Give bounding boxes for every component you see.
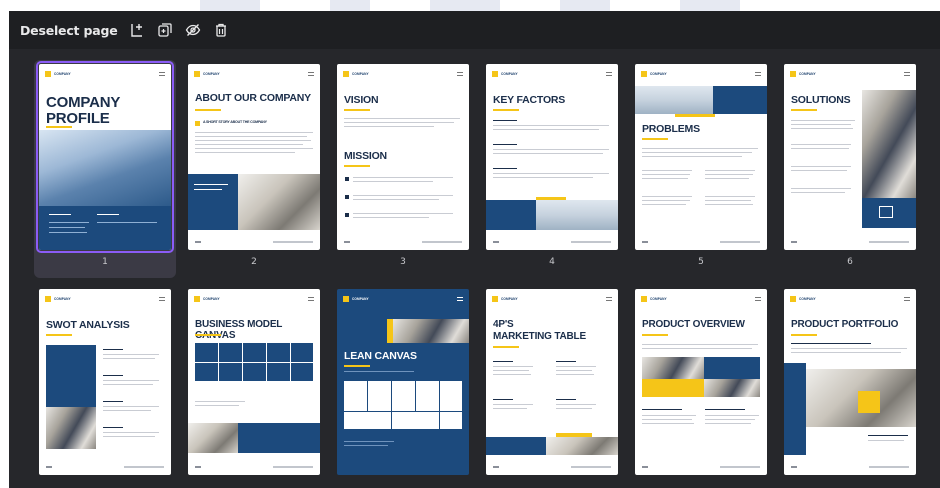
page-manager: Deselect page COMPANY COMPANY PROFILE 1 … — [9, 11, 940, 488]
duplicate-icon[interactable] — [157, 22, 173, 38]
page-number: 3 — [400, 257, 406, 267]
page-title: SWOT ANALYSIS — [46, 319, 130, 331]
page-slot-10[interactable]: COMPANY 4P'S MARKETING TABLE — [481, 285, 623, 488]
page-number: 6 — [847, 257, 853, 267]
page-thumbnail[interactable]: COMPANY COMPANY PROFILE — [36, 61, 174, 253]
add-page-icon[interactable] — [129, 22, 145, 38]
page-slot-8[interactable]: COMPANY BUSINESS MODEL CANVAS — [183, 285, 325, 488]
page-header: COMPANY — [45, 296, 165, 304]
page-thumbnail[interactable]: COMPANY PRODUCT OVERVIEW — [635, 289, 767, 475]
hide-icon[interactable] — [185, 22, 201, 38]
page-panel — [188, 174, 238, 230]
page-title: SOLUTIONS — [791, 94, 851, 106]
page-thumbnail[interactable]: COMPANY SOLUTIONS — [784, 64, 916, 250]
page-number: 2 — [251, 257, 257, 267]
page-thumbnail[interactable]: COMPANY ABOUT OUR COMPANY A SHORT STORY … — [188, 64, 320, 250]
page-header: COMPANY — [790, 296, 910, 304]
page-image-secondary — [704, 379, 760, 397]
toolbar: Deselect page — [9, 11, 940, 49]
page-header: COMPANY — [492, 296, 612, 304]
page-header: COMPANY — [641, 296, 761, 304]
page-title: BUSINESS MODEL CANVAS — [195, 319, 283, 340]
page-panel-accent — [858, 391, 880, 413]
page-panel — [704, 357, 760, 379]
page-thumbnail[interactable]: COMPANY BUSINESS MODEL CANVAS — [188, 289, 320, 475]
page-panel-accent — [642, 379, 704, 397]
page-title: LEAN CANVAS — [344, 350, 417, 362]
page-thumbnail[interactable]: COMPANY 4P'S MARKETING TABLE — [486, 289, 618, 475]
page-title: PRODUCT PORTFOLIO — [791, 319, 899, 330]
deselect-page-button[interactable]: Deselect page — [20, 23, 118, 38]
page-title: VISION — [344, 94, 379, 106]
page-thumbnail[interactable]: COMPANY SWOT ANALYSIS — [39, 289, 171, 475]
page-thumbnail[interactable]: COMPANY VISION MISSION — [337, 64, 469, 250]
top-strip — [0, 0, 940, 11]
page-image — [546, 437, 618, 455]
page-header: COMPANY — [45, 71, 165, 79]
page-image — [642, 357, 704, 379]
page-header: COMPANY — [790, 71, 910, 79]
page-thumbnail[interactable]: COMPANY PRODUCT PORTFOLIO — [784, 289, 916, 475]
page-image — [39, 130, 171, 206]
page-title: PROBLEMS — [642, 123, 700, 135]
page-slot-6[interactable]: COMPANY SOLUTIONS 6 — [779, 60, 921, 278]
page-title-secondary: MISSION — [344, 150, 387, 162]
page-image — [635, 86, 713, 114]
page-title: 4P'S — [493, 319, 514, 330]
page-image — [238, 174, 320, 230]
page-slot-7[interactable]: COMPANY SWOT ANALYSIS — [34, 285, 176, 488]
page-header: COMPANY — [343, 71, 463, 79]
page-subtitle: A SHORT STORY ABOUT THE COMPANY — [203, 120, 267, 124]
page-number: 4 — [549, 257, 555, 267]
page-slot-1[interactable]: COMPANY COMPANY PROFILE 1 — [34, 60, 176, 278]
page-grid: COMPANY COMPANY PROFILE 1 COMPANY ABOUT … — [9, 49, 940, 488]
page-header: COMPANY — [492, 71, 612, 79]
page-panel — [486, 437, 546, 455]
page-number: 5 — [698, 257, 704, 267]
page-panel — [713, 86, 767, 114]
page-title: COMPANY PROFILE — [46, 94, 120, 127]
page-slot-5[interactable]: COMPANY PROBLEMS 5 — [630, 60, 772, 278]
page-image — [862, 90, 916, 198]
page-slot-4[interactable]: COMPANY KEY FACTORS 4 — [481, 60, 623, 278]
page-image — [536, 200, 618, 230]
page-slot-3[interactable]: COMPANY VISION MISSION 3 — [332, 60, 474, 278]
page-image — [393, 319, 469, 343]
page-canvas-grid — [344, 381, 462, 429]
page-slot-2[interactable]: COMPANY ABOUT OUR COMPANY A SHORT STORY … — [183, 60, 325, 278]
page-title-secondary: MARKETING TABLE — [493, 331, 586, 342]
page-image — [46, 407, 96, 449]
page-number: 1 — [102, 257, 108, 267]
page-title: PRODUCT OVERVIEW — [642, 319, 745, 330]
page-thumbnail[interactable]: COMPANY LEAN CANVAS — [337, 289, 469, 475]
page-image — [188, 423, 238, 453]
page-slot-9[interactable]: COMPANY LEAN CANVAS — [332, 285, 474, 488]
page-header: COMPANY — [194, 296, 314, 304]
page-icon — [879, 206, 893, 218]
page-header: COMPANY — [641, 71, 761, 79]
page-title: KEY FACTORS — [493, 94, 566, 106]
page-thumbnail[interactable]: COMPANY KEY FACTORS — [486, 64, 618, 250]
page-header: COMPANY — [194, 71, 314, 79]
page-header: COMPANY — [343, 296, 463, 304]
page-slot-11[interactable]: COMPANY PRODUCT OVERVIEW — [630, 285, 772, 488]
page-thumbnail[interactable]: COMPANY PROBLEMS — [635, 64, 767, 250]
page-panel — [238, 423, 320, 453]
trash-icon[interactable] — [213, 22, 229, 38]
page-title: ABOUT OUR COMPANY — [195, 92, 311, 104]
page-panel — [486, 200, 536, 230]
page-slot-12[interactable]: COMPANY PRODUCT PORTFOLIO — [779, 285, 921, 488]
page-panel — [784, 363, 806, 455]
